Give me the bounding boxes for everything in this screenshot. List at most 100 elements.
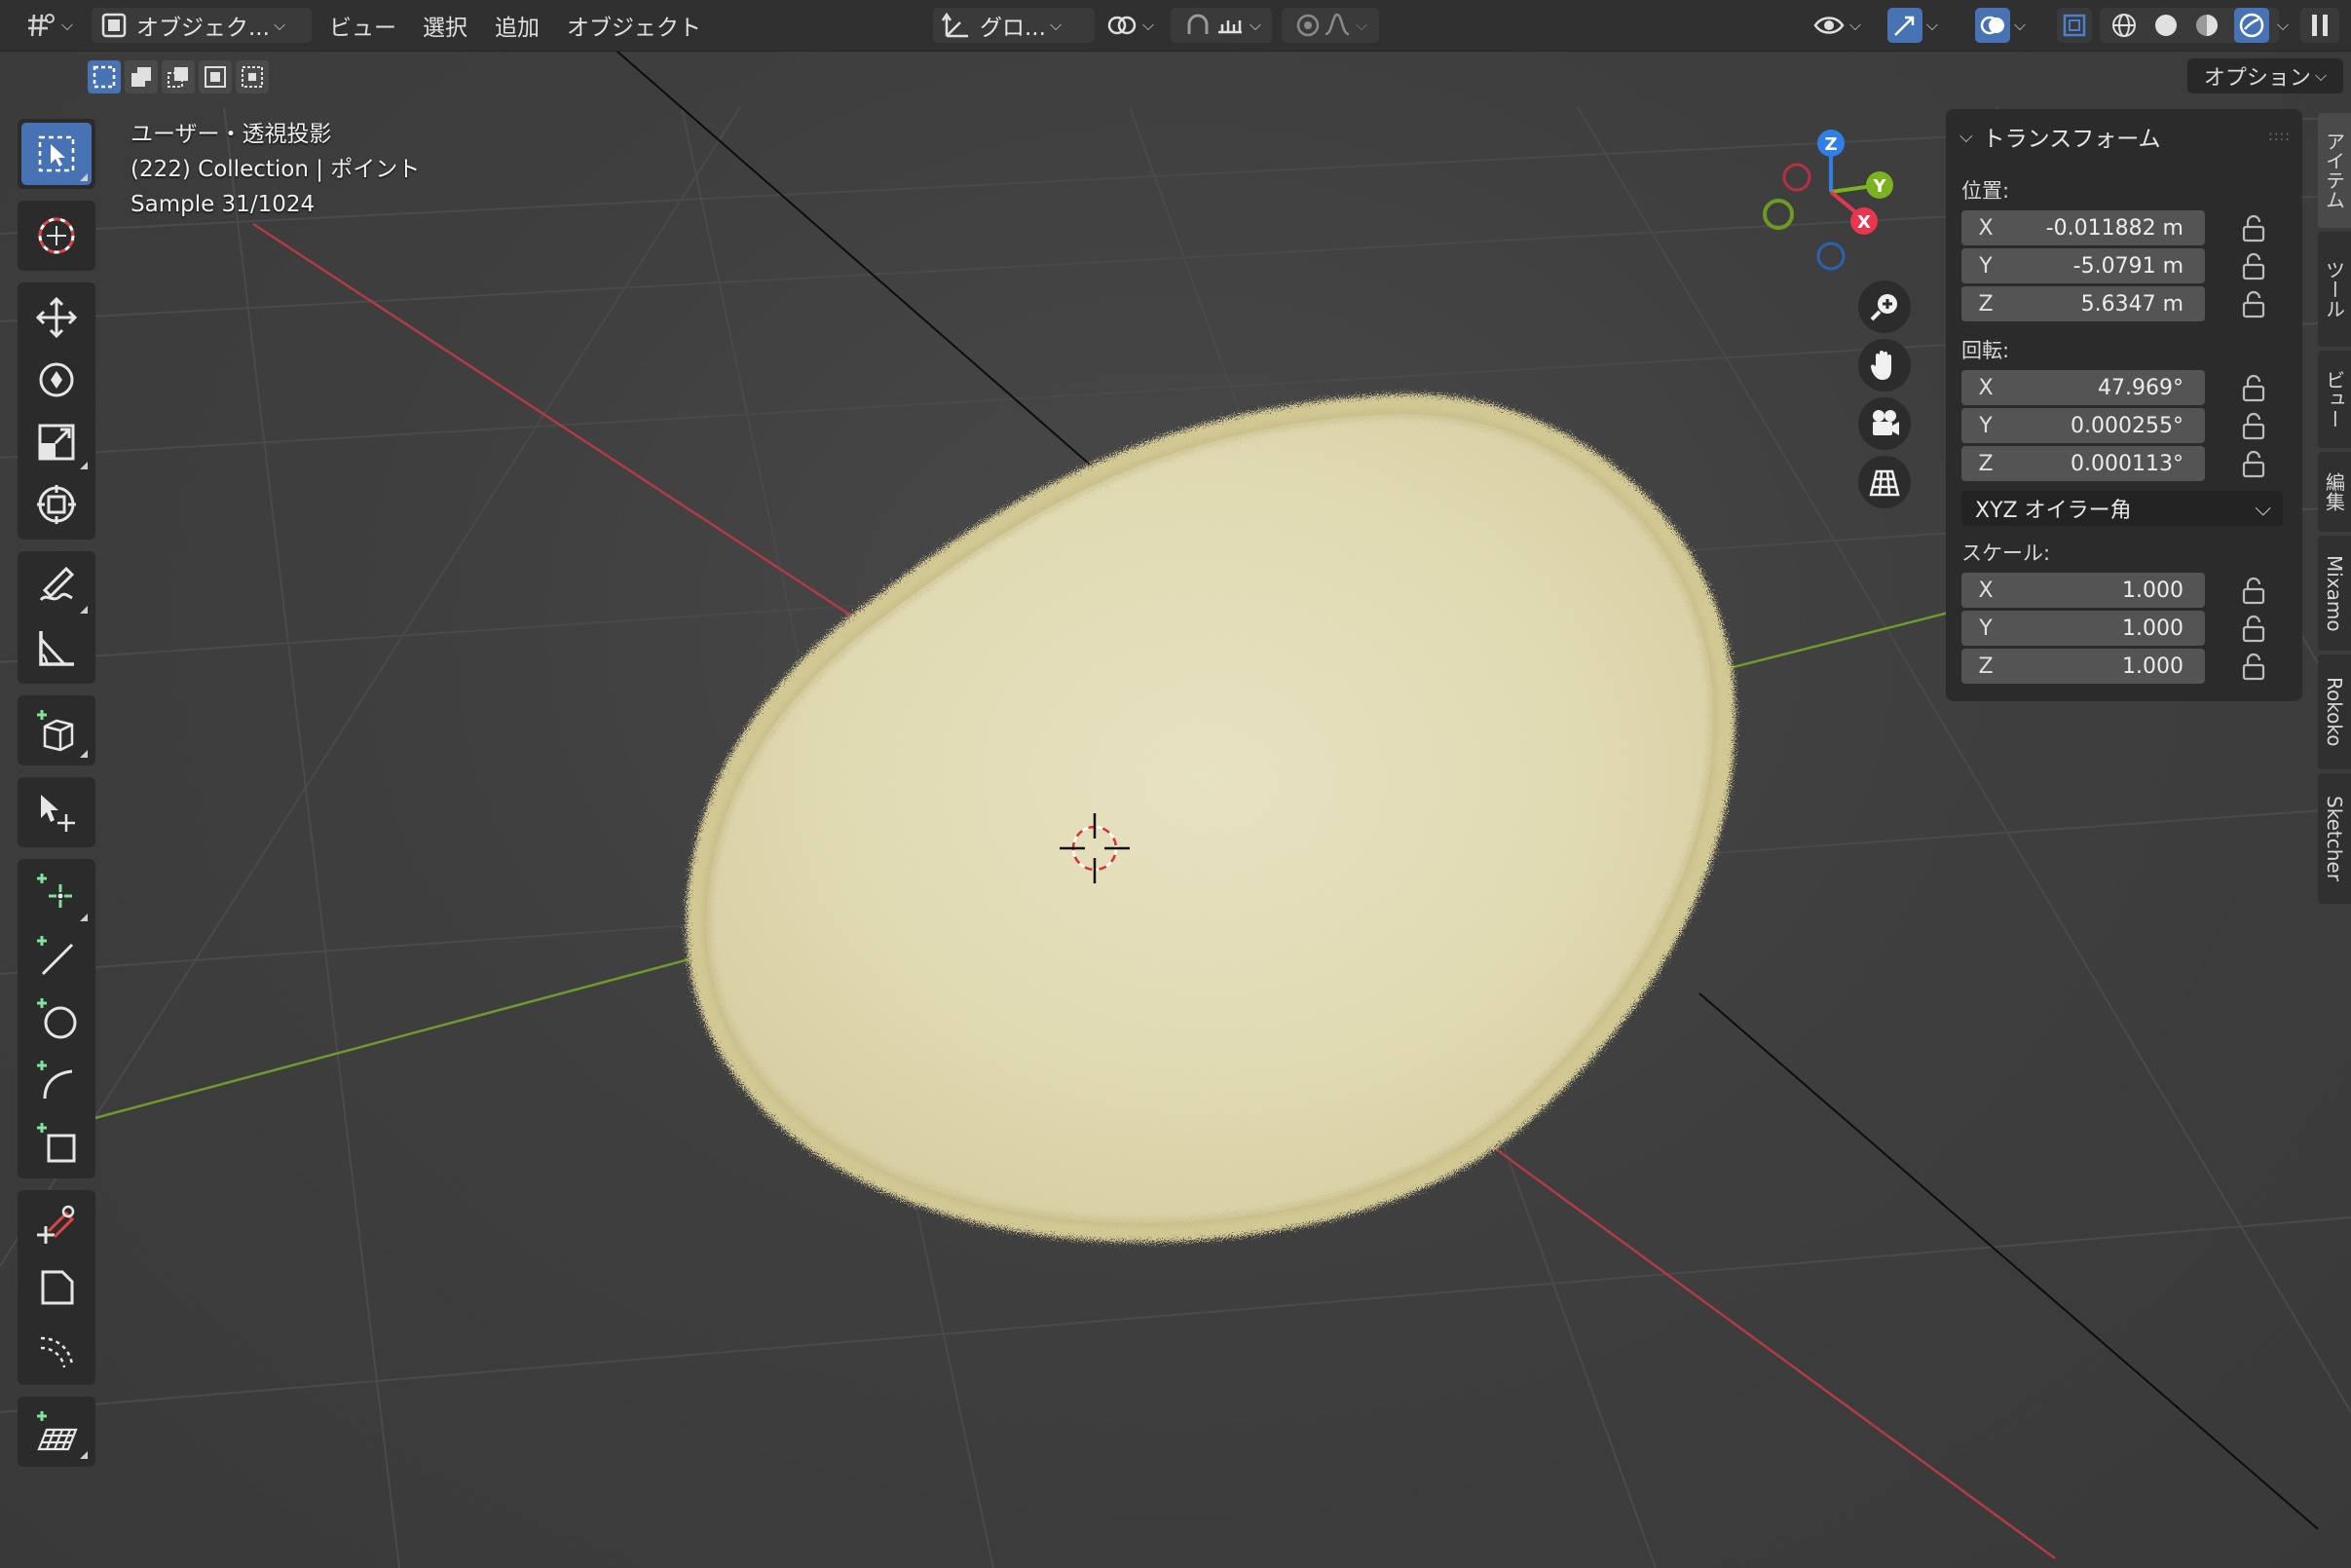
tab-sketcher[interactable]: Sketcher bbox=[2318, 773, 2351, 904]
lock-open-icon[interactable] bbox=[2240, 412, 2267, 441]
overlay-toggle-group[interactable]: ⌵ bbox=[1965, 8, 2035, 43]
rotation-y-field[interactable]: Y 0.000255° bbox=[1961, 408, 2205, 443]
chevron-down-icon: ⌵ bbox=[1355, 16, 1368, 34]
visibility-button[interactable]: ⌵ bbox=[1806, 8, 1868, 43]
lock-open-icon[interactable] bbox=[2240, 450, 2267, 479]
xray-toggle[interactable] bbox=[2057, 8, 2092, 43]
select-extend-icon bbox=[131, 67, 151, 87]
location-z-field[interactable]: Z 5.6347 m bbox=[1961, 286, 2205, 321]
add-cube-tool[interactable] bbox=[21, 699, 92, 762]
tab-mixamo[interactable]: Mixamo bbox=[2318, 536, 2351, 651]
options-dropdown[interactable]: オプション ⌵ bbox=[2187, 58, 2343, 93]
neg-z-axis-icon[interactable] bbox=[1816, 242, 1846, 271]
field-value: 1.000 bbox=[2122, 578, 2183, 603]
eye-icon bbox=[1813, 17, 1845, 34]
rotation-z-field[interactable]: Z 0.000113° bbox=[1961, 446, 2205, 481]
select-extend-mode-button[interactable] bbox=[125, 60, 158, 93]
rotate-tool[interactable] bbox=[21, 349, 92, 411]
snap-cursor-tool[interactable] bbox=[21, 781, 92, 843]
wireframe-shading-icon[interactable] bbox=[2109, 11, 2139, 40]
rotate-icon bbox=[39, 362, 74, 397]
add-rectangle-tool[interactable] bbox=[21, 1112, 92, 1175]
lock-open-icon[interactable] bbox=[2240, 615, 2267, 644]
neg-y-axis-icon[interactable] bbox=[1763, 199, 1794, 230]
rotation-x-field[interactable]: X 47.969° bbox=[1961, 370, 2205, 405]
add-circle-tool[interactable] bbox=[21, 988, 92, 1050]
shading-mode-group[interactable] bbox=[2100, 8, 2279, 43]
rendered-shading-icon[interactable] bbox=[2237, 11, 2266, 40]
proportional-edit-group[interactable]: ⌵ bbox=[1282, 8, 1379, 43]
select-invert-mode-button[interactable] bbox=[199, 60, 232, 93]
proportional-edit-icon bbox=[1296, 14, 1320, 37]
annotate-tool[interactable] bbox=[21, 555, 92, 617]
location-y-field[interactable]: Y -5.0791 m bbox=[1961, 248, 2205, 283]
bevel-tool[interactable] bbox=[21, 1256, 92, 1319]
camera-view-button[interactable] bbox=[1858, 397, 1911, 450]
navigation-gizmo[interactable]: Z Y X bbox=[1753, 122, 1899, 278]
tab-rokoko[interactable]: Rokoko bbox=[2318, 654, 2351, 769]
chevron-down-icon: ⌵ bbox=[273, 16, 286, 34]
tab-label: アイテム bbox=[2322, 131, 2346, 209]
mode-dropdown[interactable]: オブジェク... ⌵ bbox=[92, 8, 312, 43]
scale-tool[interactable] bbox=[21, 411, 92, 473]
select-invert-icon bbox=[205, 66, 226, 88]
lock-open-icon[interactable] bbox=[2240, 577, 2267, 606]
transform-panel-header[interactable]: ⌵ トランスフォーム bbox=[1959, 115, 2161, 158]
select-new-mode-button[interactable] bbox=[88, 60, 121, 93]
move-tool[interactable] bbox=[21, 286, 92, 349]
scale-z-field[interactable]: Z 1.000 bbox=[1961, 649, 2205, 684]
lock-open-icon[interactable] bbox=[2240, 290, 2267, 319]
add-empty-tool[interactable] bbox=[21, 863, 92, 925]
transform-tool[interactable] bbox=[21, 473, 92, 536]
lock-open-icon[interactable] bbox=[2240, 653, 2267, 682]
neg-x-axis-icon[interactable] bbox=[1782, 163, 1811, 192]
pan-view-button[interactable] bbox=[1858, 339, 1911, 392]
solid-shading-icon[interactable] bbox=[2151, 11, 2181, 40]
transform-orientation-dropdown[interactable]: グロ... ⌵ bbox=[933, 8, 1095, 43]
curve-dots-icon bbox=[40, 1336, 74, 1368]
menu-select[interactable]: 選択 bbox=[423, 8, 467, 43]
snap-toggle-group[interactable]: ⌵ bbox=[1171, 8, 1272, 43]
zoom-view-button[interactable] bbox=[1858, 280, 1911, 333]
menu-view[interactable]: ビュー bbox=[329, 8, 396, 43]
chevron-down-icon: ⌵ bbox=[1141, 16, 1155, 34]
knife-tool[interactable] bbox=[21, 1194, 92, 1256]
menu-add[interactable]: 追加 bbox=[495, 8, 540, 43]
zoom-magnifier-icon bbox=[1870, 294, 1897, 321]
pivot-point-button[interactable]: ⌵ bbox=[1099, 8, 1161, 43]
scale-y-field[interactable]: Y 1.000 bbox=[1961, 611, 2205, 646]
fur-object[interactable] bbox=[686, 393, 1735, 1243]
chevron-down-icon[interactable]: ⌵ bbox=[2277, 16, 2289, 35]
location-x-field[interactable]: X -0.011882 m bbox=[1961, 210, 2205, 245]
gizmo-toggle-group[interactable]: ⌵ bbox=[1878, 8, 1948, 43]
lock-open-icon[interactable] bbox=[2240, 374, 2267, 403]
menu-object[interactable]: オブジェクト bbox=[567, 8, 701, 43]
field-value: 0.000255° bbox=[2071, 413, 2183, 438]
editor-type-button[interactable]: ⌵ bbox=[19, 8, 78, 43]
lock-open-icon[interactable] bbox=[2240, 214, 2267, 243]
cursor-crosshair-icon bbox=[38, 217, 75, 254]
rotation-mode-dropdown[interactable]: XYZ オイラー角 ⌵ bbox=[1961, 491, 2283, 526]
lock-open-icon[interactable] bbox=[2240, 252, 2267, 281]
tab-tool[interactable]: ツール bbox=[2318, 232, 2351, 347]
cursor-tool[interactable] bbox=[21, 205, 92, 267]
select-intersect-mode-button[interactable] bbox=[236, 60, 269, 93]
curve-draw-tool[interactable] bbox=[21, 1319, 92, 1381]
material-shading-icon[interactable] bbox=[2192, 11, 2221, 40]
select-intersect-icon bbox=[242, 66, 263, 88]
select-subtract-mode-button[interactable] bbox=[162, 60, 195, 93]
drag-grip-icon[interactable]: :::: bbox=[2268, 129, 2291, 144]
scale-x-field[interactable]: X 1.000 bbox=[1961, 573, 2205, 608]
tab-view[interactable]: ビュー bbox=[2318, 351, 2351, 448]
tab-label: ツール bbox=[2322, 260, 2346, 318]
sidebar-toggle-button[interactable] bbox=[2300, 8, 2339, 43]
add-grid-tool[interactable] bbox=[21, 1400, 92, 1463]
add-arc-tool[interactable] bbox=[21, 1050, 92, 1112]
measure-ruler-icon bbox=[39, 631, 74, 666]
perspective-toggle-button[interactable] bbox=[1858, 456, 1911, 508]
tab-item[interactable]: アイテム bbox=[2318, 113, 2351, 228]
measure-tool[interactable] bbox=[21, 617, 92, 680]
add-line-tool[interactable] bbox=[21, 925, 92, 988]
select-box-tool[interactable] bbox=[21, 123, 92, 185]
tab-edit[interactable]: 編集 bbox=[2318, 452, 2351, 532]
